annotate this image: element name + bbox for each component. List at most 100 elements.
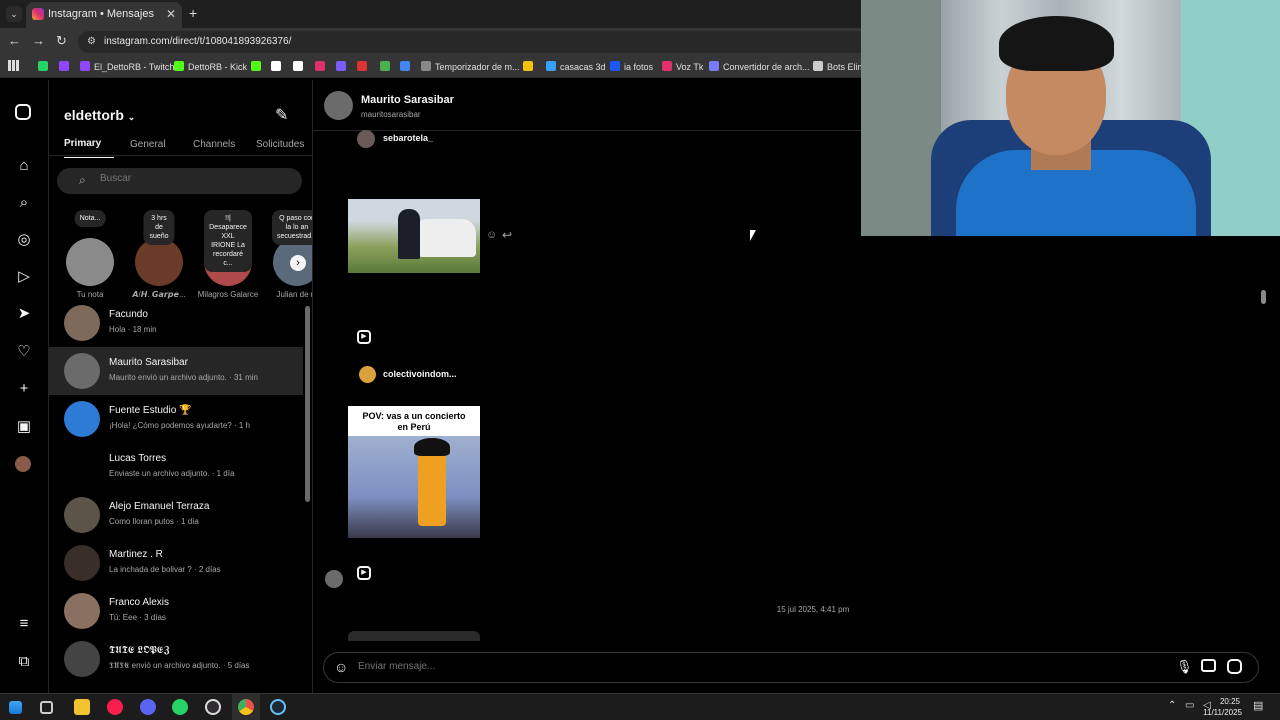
shared-reel-image[interactable]: POV: vas a un concierto en Perú (348, 406, 480, 538)
browser-tab-instagram[interactable]: Instagram • Mensajes ✕ (26, 2, 182, 28)
conversation-row[interactable]: Maurito Sarasibar Maurito envió un archiv… (49, 347, 303, 395)
conversation-row[interactable]: 𝕿𝖀𝕿𝕰 𝕷𝕺𝕻𝕰𝖅 𝕿𝖀𝕿𝕰 envió un archivo adjunto.… (49, 635, 303, 683)
inbox-scrollbar[interactable] (305, 306, 310, 502)
create-plus-icon[interactable]: + (15, 380, 33, 398)
apps-grid-icon[interactable] (8, 60, 19, 71)
tray-chevron-icon[interactable]: ⌃ (1168, 700, 1176, 711)
bookmark-2[interactable]: El_DettoRB - Twitch (80, 60, 174, 74)
reels-icon[interactable]: ▶ (357, 566, 371, 580)
bookmark-9[interactable] (357, 60, 371, 74)
new-message-icon[interactable]: ✎ (275, 105, 288, 125)
bookmark-14[interactable]: casacas 3d (546, 60, 606, 74)
bookmark-3[interactable]: DettoRB - Kick (174, 60, 247, 74)
dashboard-icon[interactable]: ▣ (15, 418, 33, 436)
bookmark-18[interactable]: Bots Elim (813, 60, 865, 74)
task-view-icon[interactable] (40, 701, 53, 714)
conversation-preview: ¡Hola! ¿Cómo podemos ayudarte? · 1 h (109, 421, 250, 430)
back-icon[interactable]: ← (8, 33, 21, 48)
bookmark-17[interactable]: Convertidor de arch... (709, 60, 810, 74)
menu-icon[interactable]: ≡ (15, 615, 33, 633)
note-story-item[interactable]: Nota... Tu nota (59, 210, 121, 299)
image-upload-icon[interactable] (1201, 659, 1216, 672)
stories-next-button[interactable]: › (290, 255, 306, 271)
reels-icon[interactable]: ▶ (357, 330, 371, 344)
tab-requests[interactable]: Solicitudes (256, 139, 304, 150)
shared-post-image[interactable] (348, 199, 480, 273)
notifications-icon[interactable]: ▤ (1253, 699, 1263, 712)
story-avatar[interactable] (135, 238, 183, 286)
conversation-row[interactable]: Martinez . R La inchada de bolivar ? · 2 … (49, 539, 303, 587)
note-bubble[interactable]: Nota... (74, 210, 106, 227)
discord-icon[interactable] (140, 699, 156, 715)
whatsapp-icon[interactable] (172, 699, 188, 715)
chat-avatar[interactable] (324, 91, 353, 120)
story-name: Tu nota (76, 290, 104, 299)
note-bubble[interactable]: 3 hrs de sueño (143, 210, 175, 245)
new-tab-button[interactable]: + (189, 5, 197, 21)
bookmark-0[interactable] (38, 60, 52, 74)
emoji-icon[interactable]: ☺ (334, 659, 348, 675)
shared-reel-username[interactable]: colectivoindom... (383, 369, 457, 379)
close-tab-icon[interactable]: ✕ (166, 2, 176, 26)
site-info-icon[interactable]: ⚙ (87, 31, 96, 53)
note-story-item[interactable]: 3 hrs de sueño 𝘼/𝙃. 𝙂𝙖𝙧𝙥𝙚... (128, 210, 190, 299)
reload-icon[interactable]: ↻ (56, 33, 67, 49)
conversation-row[interactable]: Fuente Estudio 🏆 ¡Hola! ¿Cómo podemos ayu… (49, 395, 303, 443)
conversation-row[interactable]: Lucas Torres Enviaste un archivo adjunto.… (49, 443, 303, 491)
bookmark-5[interactable] (271, 60, 285, 74)
bookmark-6[interactable] (293, 60, 307, 74)
file-explorer-icon[interactable] (74, 699, 90, 715)
account-switcher[interactable]: eldettorb ⌄ (64, 107, 135, 123)
reels-icon[interactable]: ▷ (15, 268, 33, 286)
bookmark-7[interactable] (315, 60, 329, 74)
also-from-meta-icon[interactable]: ⧉ (15, 653, 33, 671)
bookmark-15[interactable]: ia fotos (610, 60, 653, 74)
bookmark-4[interactable] (251, 60, 265, 74)
profile-avatar[interactable] (15, 456, 31, 472)
bookmark-16[interactable]: Voz Tk (662, 60, 703, 74)
conversation-row[interactable]: Alejo Emanuel Terraza Como lloran putos ·… (49, 491, 303, 539)
forward-icon[interactable]: → (32, 33, 45, 48)
bookmark-10[interactable] (380, 60, 394, 74)
clock-time[interactable]: 20:25 (1212, 697, 1240, 706)
opera-gx-icon[interactable] (107, 699, 123, 715)
tab-search-icon[interactable]: ⌄ (6, 6, 22, 22)
bookmark-13[interactable] (523, 60, 537, 74)
message-input[interactable] (358, 661, 1138, 672)
explore-icon[interactable]: ◎ (15, 231, 33, 249)
tab-general[interactable]: General (130, 139, 166, 150)
bookmark-11[interactable] (400, 60, 414, 74)
search-box[interactable]: ⌕ (57, 168, 302, 194)
steam-icon[interactable] (270, 699, 286, 715)
home-icon[interactable]: ⌂ (15, 157, 33, 175)
obs-icon[interactable] (205, 699, 221, 715)
chat-contact-name[interactable]: Maurito Sarasibar (361, 94, 454, 106)
shared-post-username[interactable]: sebarotela_ (383, 133, 433, 143)
tab-channels[interactable]: Channels (193, 139, 235, 150)
chat-scrollbar[interactable] (1261, 290, 1266, 304)
bookmark-8[interactable] (336, 60, 350, 74)
notifications-heart-icon[interactable]: ♡ (15, 343, 33, 361)
sticker-icon[interactable] (1227, 659, 1242, 674)
bookmark-1[interactable] (59, 60, 73, 74)
note-bubble[interactable]: !!| Desaparece XXL IRIONE La recordaré c… (204, 210, 252, 272)
reply-icon[interactable]: ↩ (502, 228, 512, 242)
conversation-row[interactable]: Franco Alexis Tú: Eee · 3 días (49, 587, 303, 635)
network-icon[interactable]: ▭ (1185, 700, 1194, 711)
note-bubble[interactable]: Q paso con la lo an secuestrad... (271, 210, 312, 245)
inbox-panel: eldettorb ⌄ ✎ Primary General Channels S… (49, 80, 313, 693)
start-windows-icon[interactable] (9, 701, 22, 714)
note-story-item[interactable]: Q paso con la lo an secuestrad... Julian … (266, 210, 312, 299)
conversation-row[interactable]: Facundo Hola · 18 min (49, 299, 303, 347)
clock-date[interactable]: 11/11/2025 (1196, 708, 1242, 717)
story-avatar[interactable] (66, 238, 114, 286)
note-story-item[interactable]: !!| Desaparece XXL IRIONE La recordaré c… (197, 210, 259, 299)
sender-avatar[interactable] (325, 570, 343, 588)
microphone-icon[interactable]: 🎙 (1176, 659, 1193, 675)
instagram-logo-icon[interactable] (15, 104, 31, 120)
search-icon[interactable]: ⌕ (15, 194, 33, 212)
react-emoji-icon[interactable]: ☺ (486, 229, 497, 241)
bookmark-12[interactable]: Temporizador de m... (421, 60, 520, 74)
messages-icon[interactable]: ➤ (15, 305, 33, 323)
search-input[interactable] (100, 173, 280, 184)
